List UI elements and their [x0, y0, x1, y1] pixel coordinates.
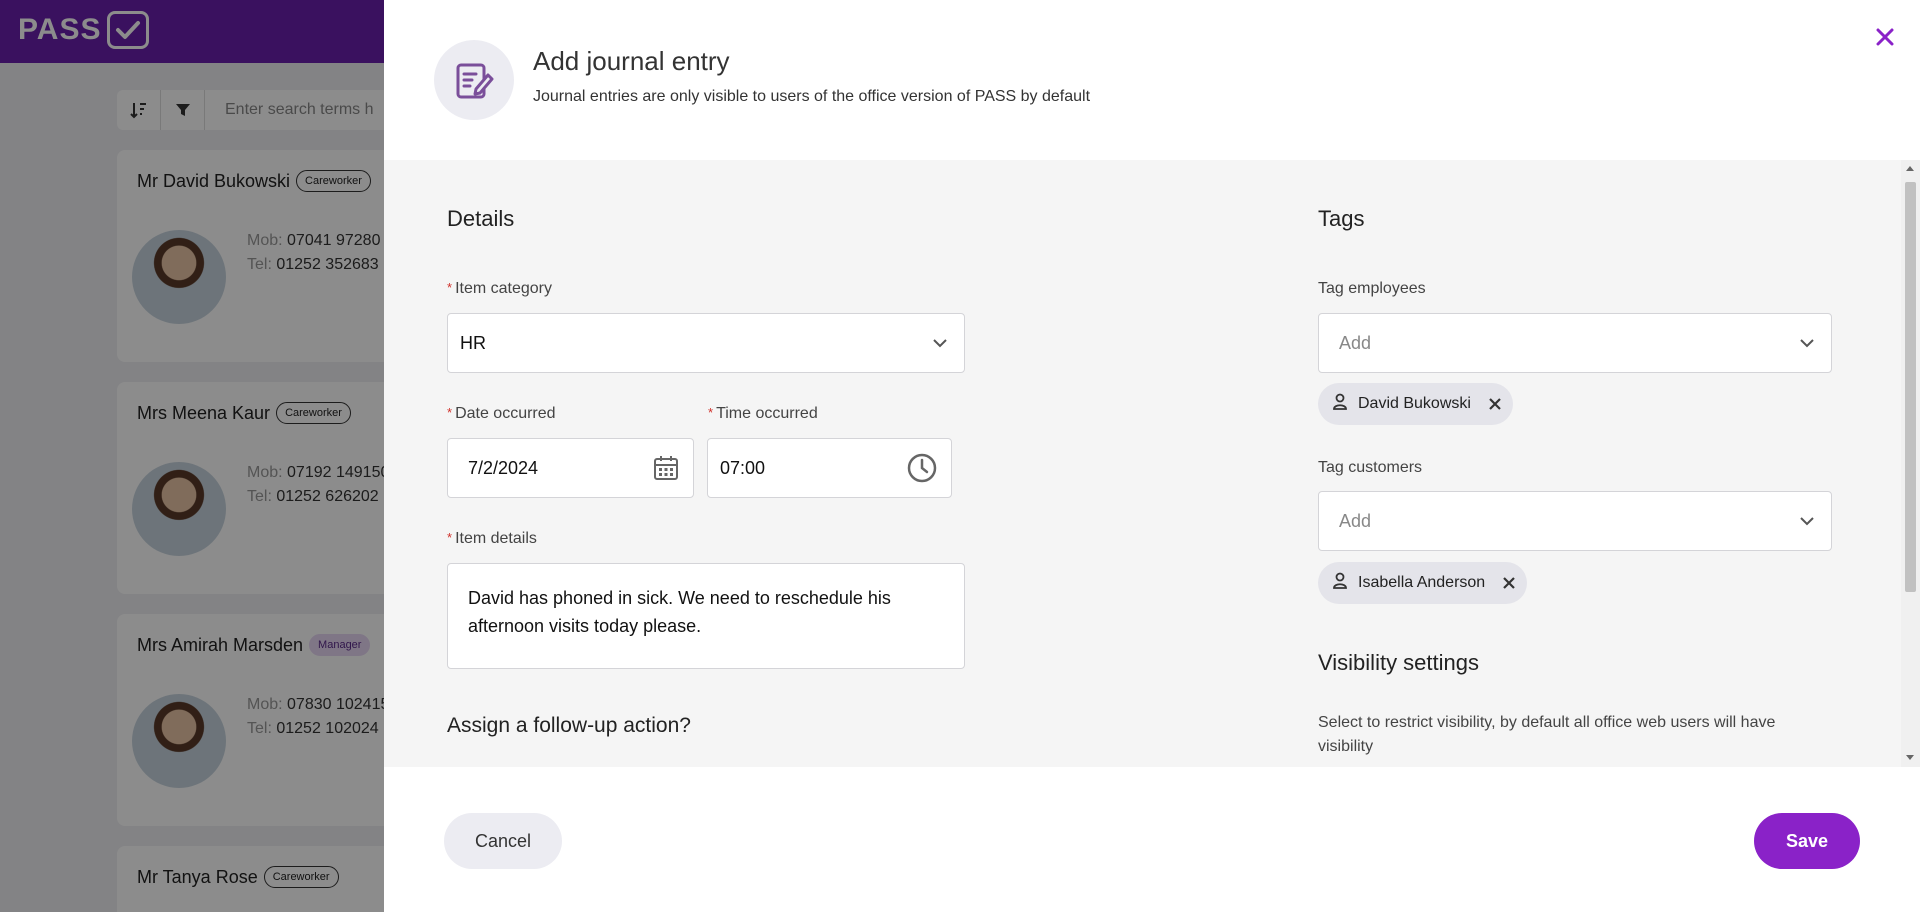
close-icon[interactable]: [1870, 22, 1900, 52]
required-marker: *: [708, 405, 714, 420]
tags-heading: Tags: [1318, 206, 1365, 231]
item-category-select[interactable]: HR: [447, 313, 965, 373]
time-occurred-label: Time occurred: [716, 405, 818, 422]
clock-icon[interactable]: [907, 453, 937, 483]
details-heading: Details: [447, 206, 515, 231]
tag-customers-select[interactable]: Add: [1318, 491, 1832, 551]
scrollbar[interactable]: [1901, 160, 1920, 767]
date-occurred-field[interactable]: 7/2/2024: [447, 438, 694, 498]
drawer-footer: Cancel Save: [384, 767, 1920, 912]
tag-employees-placeholder: Add: [1339, 332, 1372, 353]
chevron-down-icon: [1799, 338, 1815, 348]
visibility-heading: Visibility settings: [1318, 650, 1479, 675]
item-category-label: Item category: [455, 280, 552, 297]
journal-edit-icon: [434, 40, 514, 120]
person-icon: [1332, 393, 1348, 416]
time-occurred-field[interactable]: 07:00: [707, 438, 952, 498]
drawer-title: Add journal entry: [533, 46, 730, 76]
scroll-up-icon[interactable]: [1906, 166, 1914, 171]
visibility-description: Select to restrict visibility, by defaul…: [1318, 714, 1776, 755]
cancel-button[interactable]: Cancel: [444, 813, 562, 869]
remove-icon[interactable]: [1503, 577, 1515, 589]
date-occurred-label: Date occurred: [455, 405, 556, 422]
scroll-thumb[interactable]: [1905, 182, 1916, 592]
drawer-subtitle: Journal entries are only visible to user…: [533, 88, 1091, 105]
calendar-icon[interactable]: [653, 455, 679, 481]
customer-tag-chip: Isabella Anderson: [1318, 562, 1528, 604]
date-occurred-value: 7/2/2024: [468, 457, 539, 478]
save-button[interactable]: Save: [1754, 813, 1860, 869]
drawer-body[interactable]: Details * Item category HR * Date occurred…: [384, 160, 1920, 767]
scroll-down-icon[interactable]: [1906, 755, 1914, 760]
person-icon: [1332, 572, 1348, 595]
tag-employees-label: Tag employees: [1318, 280, 1426, 297]
journal-entry-drawer: Add journal entry Journal entries are on…: [384, 0, 1920, 912]
drawer-header: Add journal entry Journal entries are on…: [384, 0, 1920, 160]
employee-chip-label: David Bukowski: [1358, 395, 1471, 412]
employee-tag-chip: David Bukowski: [1318, 383, 1513, 425]
required-marker: *: [447, 530, 453, 545]
follow-up-heading: Assign a follow-up action?: [447, 714, 691, 737]
remove-icon[interactable]: [1489, 398, 1501, 410]
chevron-down-icon: [1799, 516, 1815, 526]
time-occurred-value: 07:00: [720, 457, 766, 478]
tag-customers-placeholder: Add: [1339, 510, 1372, 531]
required-marker: *: [447, 405, 453, 420]
item-details-label: Item details: [455, 530, 537, 547]
chevron-down-icon: [932, 338, 948, 348]
required-marker: *: [447, 280, 453, 295]
tag-customers-label: Tag customers: [1318, 459, 1423, 476]
tag-employees-select[interactable]: Add: [1318, 313, 1832, 373]
item-details-textarea[interactable]: David has phoned in sick. We need to res…: [447, 563, 965, 669]
item-category-value: HR: [460, 332, 486, 353]
customer-chip-label: Isabella Anderson: [1358, 574, 1486, 591]
